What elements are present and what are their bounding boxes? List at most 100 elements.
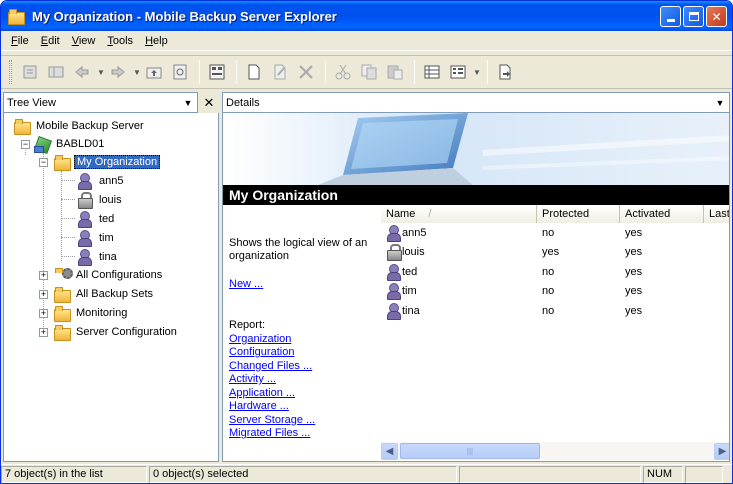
up-level-button[interactable] — [18, 60, 42, 84]
tree-node-all-backup-sets[interactable]: All Backup Sets — [54, 285, 155, 303]
toolbar-grip[interactable] — [9, 60, 12, 84]
column-header-protected[interactable]: Protected — [537, 205, 620, 223]
tree-node-user[interactable]: ted — [77, 210, 116, 228]
tree-node-organization[interactable]: My Organization — [54, 153, 161, 171]
menu-tools[interactable]: Tools — [101, 35, 139, 47]
report-link-server-storage[interactable]: Server Storage ... — [229, 414, 315, 428]
tree-node-monitoring[interactable]: Monitoring — [54, 304, 129, 322]
minimize-icon — [666, 19, 675, 22]
tree-node-all-configurations[interactable]: All Configurations — [54, 266, 164, 284]
menu-file[interactable]: File — [5, 35, 35, 47]
export-button[interactable] — [493, 60, 517, 84]
scroll-left-icon[interactable]: ◀ — [381, 442, 398, 460]
report-link-organization[interactable]: Organization — [229, 333, 315, 347]
menu-help[interactable]: Help — [139, 35, 174, 47]
maximize-button[interactable] — [683, 6, 704, 27]
copy-icon — [361, 64, 377, 80]
tree-node-root[interactable]: Mobile Backup Server — [14, 117, 146, 135]
report-link-activity[interactable]: Activity ... — [229, 373, 315, 387]
back-dropdown[interactable]: ▼ — [96, 60, 106, 84]
tree-view: Mobile Backup Server − BABLD01 − My Orga… — [3, 113, 219, 462]
close-button[interactable]: ✕ — [706, 6, 727, 27]
user-icon — [77, 173, 93, 190]
details-view-button[interactable] — [420, 60, 444, 84]
folder-up-icon — [146, 67, 162, 79]
copy-button[interactable] — [357, 60, 381, 84]
toolbar-separator — [487, 60, 488, 84]
back-icon — [75, 65, 89, 79]
close-icon: ✕ — [711, 9, 722, 24]
report-link-application[interactable]: Application ... — [229, 387, 315, 401]
title-bar[interactable]: My Organization - Mobile Backup Server E… — [1, 1, 732, 31]
list-item[interactable]: ann5 no yes — [381, 223, 729, 243]
column-header-activated[interactable]: Activated — [620, 205, 704, 223]
report-link-migrated-files[interactable]: Migrated Files ... — [229, 427, 315, 441]
list-item[interactable]: ted no yes — [381, 262, 729, 282]
forward-button[interactable] — [106, 60, 130, 84]
delete-icon — [299, 65, 313, 79]
tree-view-selector[interactable]: Tree View ▼ — [3, 92, 198, 113]
collapse-icon[interactable]: − — [39, 158, 48, 167]
tree-node-user[interactable]: louis — [77, 191, 124, 209]
menu-bar: File Edit View Tools Help — [1, 32, 732, 51]
backup-sets-folder-icon — [54, 286, 71, 303]
view-dropdown[interactable]: ▼ — [472, 60, 482, 84]
list-item[interactable]: tina no yes — [381, 301, 729, 321]
paste-button[interactable] — [383, 60, 407, 84]
report-link-configuration[interactable]: Configuration — [229, 346, 315, 360]
new-icon — [248, 64, 260, 80]
report-link-hardware[interactable]: Hardware ... — [229, 400, 315, 414]
cut-button[interactable] — [331, 60, 355, 84]
menu-view[interactable]: View — [66, 35, 102, 47]
folder-up-button[interactable] — [142, 60, 166, 84]
refresh-button[interactable] — [168, 60, 192, 84]
list-item[interactable]: tim no yes — [381, 282, 729, 302]
horizontal-scrollbar[interactable]: ◀ ||| ▶ — [381, 442, 729, 460]
tree-view-label: Tree View — [7, 96, 56, 109]
column-header-last[interactable]: Last — [704, 205, 729, 223]
expand-icon[interactable]: + — [39, 309, 48, 318]
column-header-name[interactable]: Name / — [381, 205, 537, 223]
up-icon — [23, 65, 37, 79]
chevron-down-icon[interactable]: ▼ — [180, 94, 196, 111]
tree-node-server[interactable]: BABLD01 — [34, 135, 106, 153]
tree-node-user[interactable]: ann5 — [77, 172, 125, 190]
new-link[interactable]: New ... — [229, 278, 263, 292]
report-label: Report: — [229, 319, 266, 331]
expand-icon[interactable]: + — [39, 290, 48, 299]
tree-node-user[interactable]: tina — [77, 248, 119, 266]
expand-icon[interactable]: + — [39, 328, 48, 337]
scroll-right-icon[interactable]: ▶ — [714, 442, 729, 460]
edit-button[interactable] — [268, 60, 292, 84]
tree-node-user[interactable]: tim — [77, 229, 116, 247]
toolbar-separator — [236, 60, 237, 84]
collapse-icon[interactable]: − — [21, 140, 30, 149]
tree-node-server-configuration[interactable]: Server Configuration — [54, 323, 179, 341]
window-title: My Organization - Mobile Backup Server E… — [32, 8, 337, 24]
toolbar-separator — [325, 60, 326, 84]
close-tree-icon[interactable]: ✕ — [200, 94, 218, 112]
folder-icon — [14, 118, 31, 135]
forward-dropdown[interactable]: ▼ — [132, 60, 142, 84]
minimize-button[interactable] — [660, 6, 681, 27]
monitoring-folder-icon — [54, 305, 71, 322]
delete-button[interactable] — [294, 60, 318, 84]
chevron-down-icon[interactable]: ▼ — [712, 94, 728, 111]
report-link-changed-files[interactable]: Changed Files ... — [229, 360, 315, 374]
back-button[interactable] — [70, 60, 94, 84]
scrollbar-thumb[interactable]: ||| — [400, 443, 540, 459]
new-button[interactable] — [242, 60, 266, 84]
expand-icon[interactable]: + — [39, 271, 48, 280]
menu-edit[interactable]: Edit — [35, 35, 66, 47]
show-tree-button[interactable] — [44, 60, 68, 84]
maximize-icon — [688, 12, 699, 21]
status-empty-pane — [459, 466, 641, 483]
properties-button[interactable] — [205, 60, 229, 84]
list-item[interactable]: louis yes yes — [381, 243, 729, 263]
user-icon — [386, 224, 401, 242]
list-view-button[interactable] — [446, 60, 470, 84]
user-list: Name / Protected Activated Last ann5 no … — [381, 205, 729, 442]
status-resize-grip[interactable] — [685, 466, 723, 483]
tree-icon — [48, 66, 64, 78]
details-selector[interactable]: Details ▼ — [222, 92, 730, 113]
